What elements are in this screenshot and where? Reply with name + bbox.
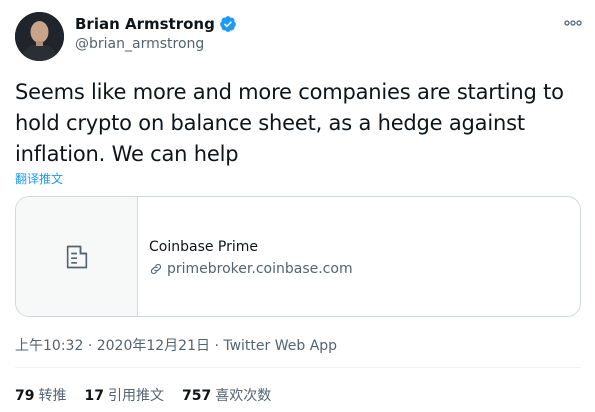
likes-count: 757 (181, 388, 212, 404)
link-icon (150, 263, 162, 275)
tweet-meta: 上午10:32 · 2020年12月21日 · Twitter Web App (15, 335, 337, 355)
link-card[interactable]: Coinbase Prime primebroker.coinbase.com (15, 196, 581, 317)
retweets-label: 转推 (38, 388, 67, 404)
card-thumbnail (16, 197, 138, 316)
tweet-time[interactable]: 上午10:32 (15, 338, 83, 354)
avatar-photo (15, 12, 64, 61)
avatar[interactable] (15, 12, 64, 61)
likes-label: 喜欢次数 (215, 388, 272, 404)
quote-tweets-stat[interactable]: 17 引用推文 (84, 385, 163, 405)
card-url: primebroker.coinbase.com (149, 261, 353, 277)
quote-tweets-count: 17 (84, 388, 104, 404)
card-title: Coinbase Prime (149, 239, 259, 255)
likes-stat[interactable]: 757 喜欢次数 (182, 385, 271, 405)
retweets-stat[interactable]: 79 转推 (15, 385, 66, 405)
divider (15, 367, 581, 368)
tweet-text: Seems like more and more companies are s… (15, 80, 564, 166)
tweet-source[interactable]: Twitter Web App (223, 338, 337, 354)
meta-separator: · (87, 338, 97, 354)
quote-tweets-label: 引用推文 (107, 388, 164, 404)
verified-badge-icon (219, 16, 236, 32)
author-handle[interactable]: @brian_armstrong (75, 36, 204, 52)
retweets-count: 79 (15, 388, 35, 404)
document-icon (66, 245, 87, 268)
translate-tweet-link[interactable]: 翻译推文 (15, 170, 63, 187)
card-url-text: primebroker.coinbase.com (167, 261, 353, 277)
author-name[interactable]: Brian Armstrong (75, 15, 215, 33)
tweet-date[interactable]: 2020年12月21日 (97, 338, 210, 354)
tweet-stats: 79 转推 17 引用推文 757 喜欢次数 (15, 385, 289, 405)
more-options-icon[interactable] (563, 16, 583, 30)
meta-separator: · (214, 338, 224, 354)
